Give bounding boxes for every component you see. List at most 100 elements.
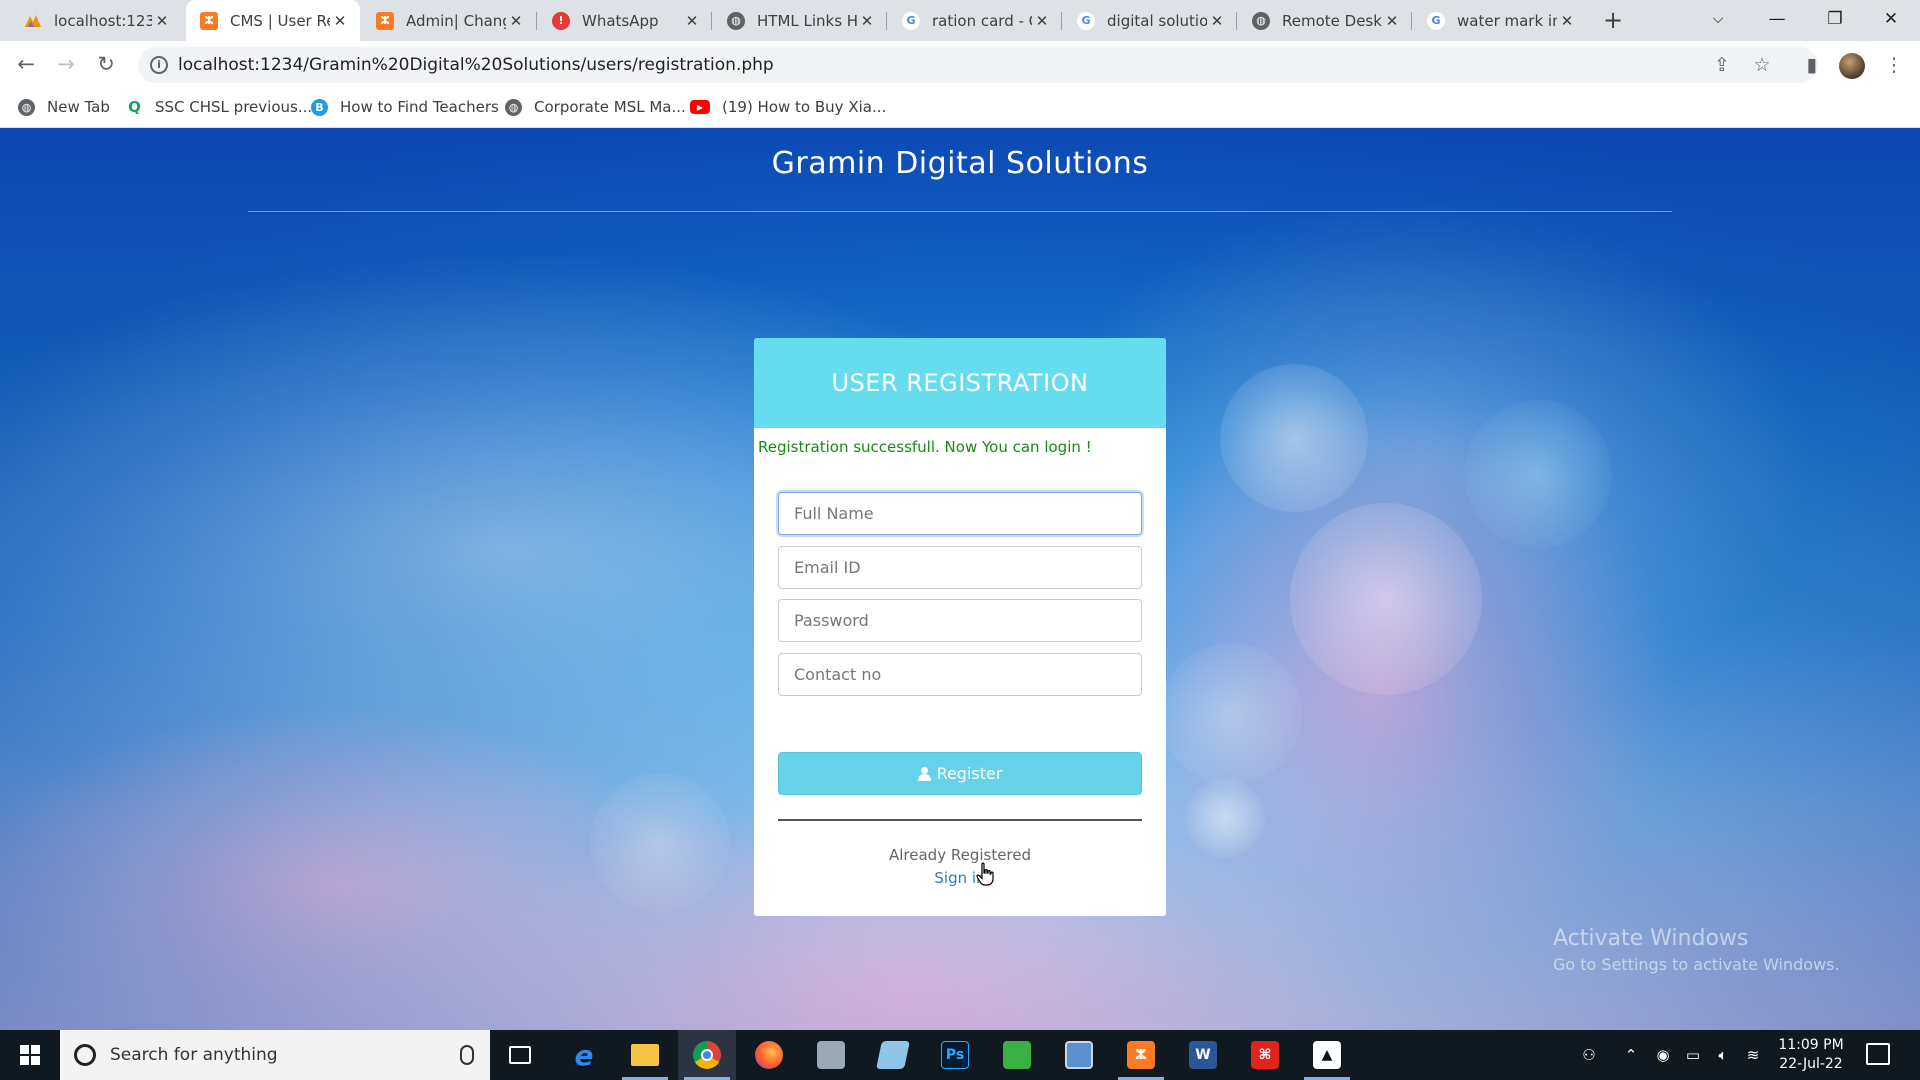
firefox-icon[interactable] <box>740 1030 798 1080</box>
registration-card: USER REGISTRATION Registration successfu… <box>754 338 1166 916</box>
card-divider <box>778 819 1142 821</box>
hand-cursor-icon <box>976 862 994 886</box>
tab-separator <box>1236 12 1237 30</box>
wifi-icon[interactable]: ≋ <box>1742 1044 1764 1066</box>
tab-html-links[interactable]: ◍ HTML Links H ✕ <box>713 0 887 41</box>
pdf-reader-icon[interactable]: ⌘ <box>1236 1030 1294 1080</box>
tab-close-icon[interactable]: ✕ <box>330 12 350 30</box>
volume-icon[interactable]: 🔈︎ <box>1712 1044 1734 1066</box>
people-icon[interactable]: ⚇ <box>1578 1044 1600 1066</box>
bookmark-ssc-chsl[interactable]: Q SSC CHSL previous... <box>126 98 312 116</box>
bookmark-label: How to Find Teachers <box>340 98 499 116</box>
notepad-app-icon[interactable] <box>864 1030 922 1080</box>
new-tab-plus-icon[interactable]: + <box>1598 6 1628 36</box>
address-bar[interactable]: i localhost:1234/Gramin%20Digital%20Solu… <box>138 47 1818 83</box>
bookmark-new-tab[interactable]: ◍ New Tab <box>18 98 110 116</box>
tab-water-mark[interactable]: G water mark in ✕ <box>1413 0 1587 41</box>
tray-chevron-up-icon[interactable]: ⌃ <box>1620 1044 1642 1066</box>
tab-title: ration card - G <box>932 11 1032 30</box>
remote-desktop-icon[interactable] <box>1050 1030 1108 1080</box>
b-icon: B <box>311 98 328 116</box>
xampp-taskbar-icon[interactable]: ⵣ <box>1112 1030 1170 1080</box>
background-bubble <box>590 773 730 913</box>
full-name-input[interactable] <box>778 492 1142 535</box>
xampp-icon: ⵣ <box>376 11 394 30</box>
back-arrow-icon[interactable]: ← <box>10 49 42 81</box>
tab-localhost[interactable]: localhost:1234 ✕ <box>0 0 182 41</box>
bookmark-label: (19) How to Buy Xia... <box>722 98 887 116</box>
contact-input[interactable] <box>778 653 1142 696</box>
battery-icon[interactable]: ▭ <box>1682 1044 1704 1066</box>
tab-close-icon[interactable]: ✕ <box>682 12 702 30</box>
background-bubble <box>1220 364 1368 512</box>
chrome-icon[interactable] <box>678 1030 736 1080</box>
start-button[interactable] <box>0 1030 60 1080</box>
task-view-icon[interactable] <box>491 1030 549 1080</box>
tab-title: Admin| Chang <box>406 11 506 30</box>
profile-avatar[interactable] <box>1839 53 1865 79</box>
bookmark-find-teachers[interactable]: B How to Find Teachers <box>311 98 499 116</box>
xampp-icon: ⵣ <box>200 11 218 30</box>
watermark-line-2: Go to Settings to activate Windows. <box>1553 955 1840 974</box>
chrome-tray-icon[interactable]: ◉ <box>1652 1044 1674 1066</box>
close-window-icon[interactable]: ✕ <box>1862 0 1920 41</box>
word-icon[interactable]: W <box>1174 1030 1232 1080</box>
background-bubble <box>1160 643 1302 785</box>
tab-cms-user-registration[interactable]: ⵣ CMS | User Re ✕ <box>186 0 360 41</box>
chrome-menu-icon[interactable]: ⋮ <box>1878 49 1910 81</box>
scanner-app-icon[interactable] <box>802 1030 860 1080</box>
register-button[interactable]: Register <box>778 752 1142 795</box>
phpmyadmin-icon <box>24 12 42 30</box>
tab-close-icon[interactable]: ✕ <box>1207 12 1227 30</box>
tab-digital-solution[interactable]: G digital solutio ✕ <box>1063 0 1237 41</box>
side-panel-icon[interactable]: ▮ <box>1796 49 1828 81</box>
tab-title: CMS | User Re <box>230 11 330 30</box>
edge-icon[interactable]: e <box>555 1030 613 1080</box>
tab-close-icon[interactable]: ✕ <box>1032 12 1052 30</box>
forward-arrow-icon[interactable]: → <box>50 49 82 81</box>
tab-close-icon[interactable]: ✕ <box>506 12 526 30</box>
site-info-icon[interactable]: i <box>150 56 168 74</box>
taskbar-search-box[interactable]: Search for anything <box>60 1030 490 1080</box>
minimize-icon[interactable]: — <box>1748 0 1806 41</box>
folder-glyph <box>631 1044 659 1066</box>
tab-separator <box>711 12 712 30</box>
tab-search-chevron-icon[interactable]: ⌵ <box>1690 0 1746 41</box>
youtube-icon: ▶ <box>690 100 710 114</box>
tab-close-icon[interactable]: ✕ <box>1557 12 1577 30</box>
tab-ration-card[interactable]: G ration card - G ✕ <box>888 0 1062 41</box>
firefox-glyph <box>755 1041 783 1069</box>
tab-close-icon[interactable]: ✕ <box>1382 12 1402 30</box>
microphone-icon[interactable] <box>460 1045 474 1065</box>
background-bubble <box>1464 400 1612 548</box>
tab-close-icon[interactable]: ✕ <box>152 12 172 30</box>
chrome-glyph <box>693 1041 721 1069</box>
tab-title: WhatsApp <box>582 11 659 30</box>
password-input[interactable] <box>778 599 1142 642</box>
action-center-icon[interactable] <box>1866 1043 1890 1065</box>
tab-close-icon[interactable]: ✕ <box>857 12 877 30</box>
bookmark-label: SSC CHSL previous... <box>155 98 313 116</box>
restore-icon[interactable]: ❐ <box>1806 0 1864 41</box>
sign-in-link[interactable]: Sign in <box>754 869 1166 887</box>
coreldraw-icon[interactable] <box>988 1030 1046 1080</box>
reload-icon[interactable]: ↻ <box>90 49 122 81</box>
tab-whatsapp[interactable]: ! WhatsApp ✕ <box>538 0 712 41</box>
url-text[interactable]: localhost:1234/Gramin%20Digital%20Soluti… <box>178 55 774 75</box>
globe-icon: ◍ <box>505 98 522 116</box>
photoshop-icon[interactable]: Ps <box>926 1030 984 1080</box>
bookmark-star-icon[interactable]: ☆ <box>1750 53 1774 77</box>
share-icon[interactable]: ⇪ <box>1710 53 1734 77</box>
tab-separator <box>1061 12 1062 30</box>
tab-admin-change[interactable]: ⵣ Admin| Chang ✕ <box>362 0 536 41</box>
bookmark-youtube-xiaomi[interactable]: ▶ (19) How to Buy Xia... <box>690 98 886 116</box>
bookmark-label: Corporate MSL Ma... <box>534 98 686 116</box>
register-label: Register <box>936 764 1003 783</box>
email-input[interactable] <box>778 546 1142 589</box>
scanner-glyph <box>817 1041 845 1069</box>
file-explorer-icon[interactable] <box>616 1030 674 1080</box>
bookmark-corporate-msl[interactable]: ◍ Corporate MSL Ma... <box>505 98 686 116</box>
photos-app-icon[interactable]: ▲ <box>1298 1030 1356 1080</box>
taskbar-clock[interactable]: 11:09 PM 22-Jul-22 <box>1766 1036 1856 1074</box>
tab-remote-desktop[interactable]: ◍ Remote Deskt ✕ <box>1238 0 1412 41</box>
